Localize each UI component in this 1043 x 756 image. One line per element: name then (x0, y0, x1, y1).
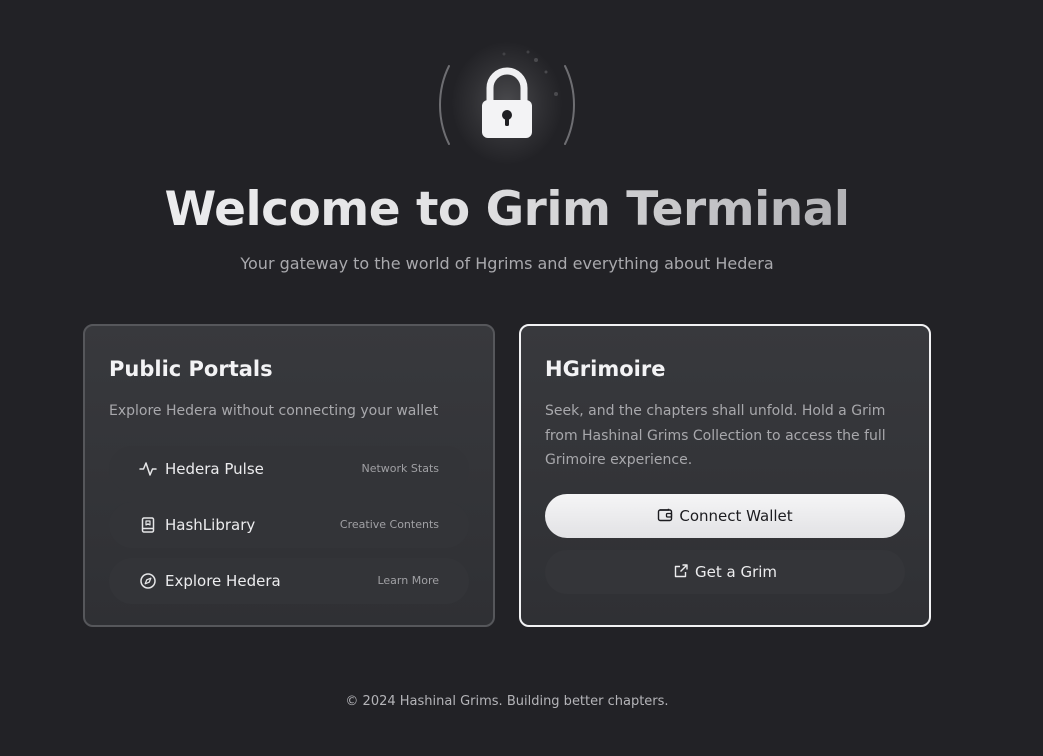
activity-icon (139, 462, 157, 476)
hgrimoire-card: HGrimoire Seek, and the chapters shall u… (519, 324, 931, 627)
public-portals-card: Public Portals Explore Hedera without co… (83, 324, 495, 627)
card-title: Public Portals (109, 357, 273, 381)
hero-section: Welcome to Grim Terminal Your gateway to… (0, 0, 1043, 290)
portal-item-hedera-pulse[interactable]: Hedera Pulse Network Stats (109, 446, 469, 492)
get-a-grim-button-content: Get a Grim (545, 561, 905, 583)
get-a-grim-label: Get a Grim (694, 563, 778, 581)
connect-wallet-label: Connect Wallet (679, 507, 793, 525)
portal-item-label: Explore Hedera (165, 572, 281, 590)
page-subtitle: Your gateway to the world of Hgrims and … (240, 254, 774, 273)
portal-item-explore-hedera[interactable]: Explore Hedera Learn More (109, 558, 469, 604)
external-link-icon (674, 564, 688, 578)
portal-item-meta: Learn More (377, 574, 439, 587)
connect-wallet-button[interactable]: Connect Wallet (545, 494, 905, 538)
card-title: HGrimoire (545, 357, 666, 381)
card-description: Explore Hedera without connecting your w… (109, 403, 439, 419)
compass-icon (140, 573, 156, 589)
get-a-grim-button[interactable]: Get a Grim (545, 550, 905, 594)
connect-wallet-button-content: Connect Wallet (545, 505, 905, 527)
lock-emblem (436, 42, 578, 168)
book-icon (141, 517, 155, 533)
lock-icon (439, 50, 575, 145)
footer-copyright: © 2024 Hashinal Grims. Building better c… (345, 694, 669, 709)
portal-item-label: HashLibrary (165, 516, 256, 534)
page-title: Welcome to Grim Terminal (0, 178, 1014, 242)
portal-item-meta: Network Stats (361, 462, 439, 475)
portal-item-hashlibrary[interactable]: HashLibrary Creative Contents (109, 502, 469, 548)
portal-item-label: Hedera Pulse (165, 460, 264, 478)
portal-item-meta: Creative Contents (339, 518, 439, 531)
wallet-icon (658, 508, 673, 522)
card-description: Seek, and the chapters shall unfold. Hol… (545, 403, 886, 468)
